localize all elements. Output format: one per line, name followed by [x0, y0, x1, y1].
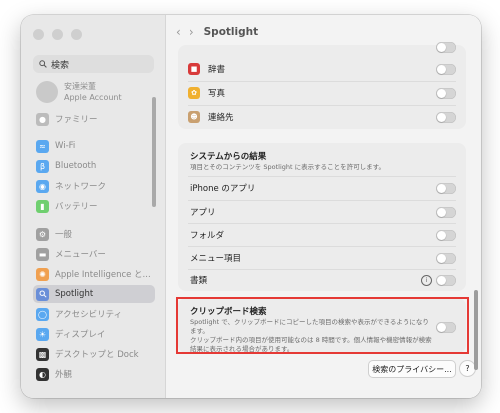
appearance-icon: ◐: [36, 367, 49, 381]
window-controls: [33, 29, 82, 40]
row-iphone-apps: iPhone のアプリ: [178, 177, 466, 199]
menu-items-toggle[interactable]: [436, 253, 456, 264]
partial-row-toggle[interactable]: [436, 42, 456, 53]
documents-toggle[interactable]: [436, 275, 456, 286]
photos-toggle[interactable]: [436, 88, 456, 99]
sidebar-item-bluetooth[interactable]: β Bluetooth: [33, 157, 155, 175]
folders-toggle[interactable]: [436, 230, 456, 241]
row-label: 写真: [208, 89, 226, 99]
iphone-apps-toggle[interactable]: [436, 183, 456, 194]
row-apps: アプリ: [178, 201, 466, 223]
sidebar-item-label: Apple Intelligence と...: [55, 270, 151, 280]
wifi-icon: ≈: [36, 139, 49, 153]
apple-account-item[interactable]: 安達栄董 Apple Account: [36, 81, 122, 103]
sidebar-item-label: Bluetooth: [55, 161, 97, 171]
sidebar-scrollbar[interactable]: [152, 97, 156, 207]
row-label: 書類: [190, 276, 208, 286]
spotlight-icon: [36, 287, 49, 301]
sidebar-item-label: バッテリー: [55, 202, 98, 212]
apps-toggle[interactable]: [436, 207, 456, 218]
search-privacy-button-label: 検索のプライバシー...: [372, 364, 452, 374]
sidebar-item-label: 一般: [55, 230, 73, 240]
search-icon: [39, 60, 47, 68]
sidebar-item-spotlight[interactable]: Spotlight: [33, 285, 155, 303]
apple-intelligence-icon: ✺: [36, 267, 49, 281]
sidebar-item-apple-intelligence[interactable]: ✺ Apple Intelligence と...: [33, 265, 155, 283]
sidebar-item-display[interactable]: ☀ ディスプレイ: [33, 325, 155, 343]
row-label: 辞書: [208, 65, 226, 75]
sidebar-item-menubar[interactable]: ▬ メニューバー: [33, 245, 155, 263]
page-title: Spotlight: [203, 26, 259, 38]
row-label: iPhone のアプリ: [190, 184, 256, 194]
back-icon[interactable]: ‹: [176, 25, 181, 39]
battery-icon: ▮: [36, 199, 49, 213]
account-subtitle: Apple Account: [64, 93, 122, 102]
row-contacts: ☻ 連絡先: [178, 106, 466, 128]
contacts-toggle[interactable]: [436, 112, 456, 123]
row-label: 連絡先: [208, 113, 234, 123]
contacts-icon: ☻: [188, 111, 200, 123]
sidebar-item-label: メニューバー: [55, 250, 106, 260]
search-privacy-button[interactable]: 検索のプライバシー...: [368, 360, 456, 378]
settings-window: 検索 安達栄董 Apple Account ● ファミリー ≈ Wi-Fi β …: [21, 15, 481, 398]
menubar-icon: ▬: [36, 247, 49, 261]
forward-icon[interactable]: ›: [189, 25, 194, 39]
system-results-description: 項目とそのコンテンツを Spotlight に表示することを許可します。: [190, 163, 385, 171]
row-dictionary: ■ 辞書: [178, 58, 466, 80]
sidebar-item-label: Wi-Fi: [55, 141, 76, 151]
dictionary-toggle[interactable]: [436, 64, 456, 75]
sidebar-item-accessibility[interactable]: ◯ アクセシビリティ: [33, 305, 155, 323]
system-results-heading: システムからの結果: [190, 152, 267, 162]
close-window-button[interactable]: [33, 29, 44, 40]
sidebar-item-network[interactable]: ◉ ネットワーク: [33, 177, 155, 195]
sidebar-item-label: アクセシビリティ: [55, 310, 123, 320]
sidebar-item-label: Spotlight: [55, 289, 94, 299]
row-menu-items: メニュー項目: [178, 247, 466, 269]
sidebar-item-general[interactable]: ⚙ 一般: [33, 225, 155, 243]
sidebar: 検索 安達栄董 Apple Account ● ファミリー ≈ Wi-Fi β …: [21, 15, 166, 398]
row-label: アプリ: [190, 208, 216, 218]
info-icon[interactable]: i: [421, 275, 432, 286]
globe-icon: ◉: [36, 179, 49, 193]
account-name: 安達栄董: [64, 82, 96, 91]
sidebar-item-wifi[interactable]: ≈ Wi-Fi: [33, 137, 155, 155]
row-folders: フォルダ: [178, 224, 466, 246]
sidebar-item-label: ディスプレイ: [55, 330, 106, 340]
system-results-group: システムからの結果 項目とそのコンテンツを Spotlight に表示することを…: [178, 143, 466, 291]
avatar: [36, 81, 58, 103]
photos-icon: ✿: [188, 87, 200, 99]
row-label: メニュー項目: [190, 254, 242, 264]
help-button-label: ?: [465, 364, 470, 373]
minimize-window-button[interactable]: [52, 29, 63, 40]
accessibility-icon: ◯: [36, 307, 49, 321]
row-photos: ✿ 写真: [178, 82, 466, 104]
main-pane: ‹ › Spotlight ■ 辞書 ✿ 写真 ☻ 連絡先 システムからの結果 …: [166, 15, 481, 398]
zoom-window-button[interactable]: [71, 29, 82, 40]
row-documents: 書類 i: [178, 269, 466, 291]
sidebar-item-appearance[interactable]: ◐ 外観: [33, 365, 155, 383]
sidebar-item-battery[interactable]: ▮ バッテリー: [33, 197, 155, 215]
row-label: フォルダ: [190, 231, 225, 241]
gear-icon: ⚙: [36, 227, 49, 241]
sidebar-item-label: ファミリー: [55, 115, 98, 125]
display-icon: ☀: [36, 327, 49, 341]
main-scrollbar[interactable]: [474, 290, 478, 370]
highlight-box: [176, 297, 469, 354]
sidebar-item-family[interactable]: ● ファミリー: [33, 110, 155, 128]
family-icon: ●: [36, 112, 49, 126]
dock-icon: ▩: [36, 347, 49, 361]
toolbar: ‹ › Spotlight: [166, 15, 481, 49]
results-group: ■ 辞書 ✿ 写真 ☻ 連絡先: [178, 42, 466, 129]
sidebar-item-label: 外観: [55, 370, 73, 380]
sidebar-item-label: ネットワーク: [55, 182, 107, 192]
search-placeholder: 検索: [51, 60, 70, 71]
search-field[interactable]: 検索: [33, 55, 154, 73]
bluetooth-icon: β: [36, 159, 49, 173]
dictionary-icon: ■: [188, 63, 200, 75]
sidebar-item-desktop-dock[interactable]: ▩ デスクトップと Dock: [33, 345, 155, 363]
sidebar-item-label: デスクトップと Dock: [55, 350, 139, 360]
